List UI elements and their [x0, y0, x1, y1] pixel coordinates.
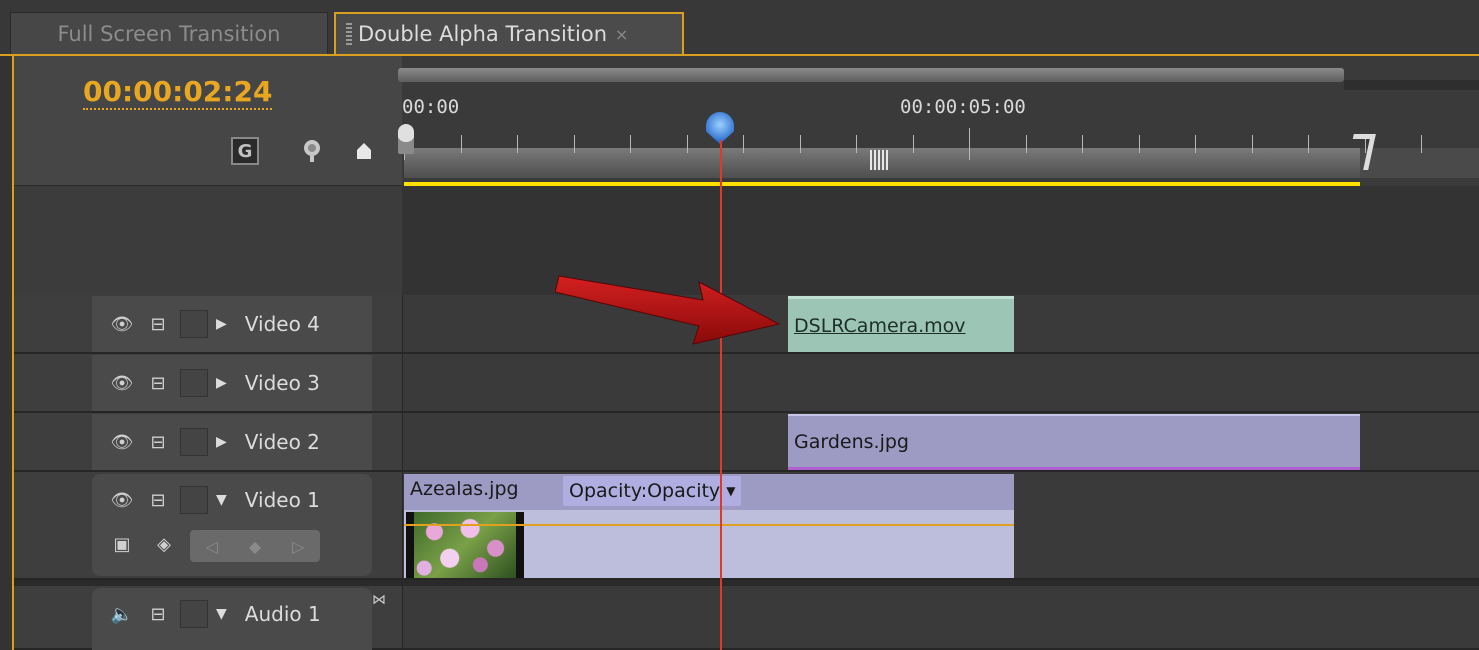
ruler-tick: [461, 135, 462, 153]
opacity-dropdown-label: Opacity:Opacity: [569, 480, 721, 502]
track-name: Video 2: [244, 430, 320, 454]
keyframe-navigator: ◁ ◆ ▷: [190, 530, 320, 562]
eye-icon[interactable]: 👁: [108, 310, 136, 338]
ruler-tick: [1308, 135, 1309, 153]
red-arrow-icon: [555, 275, 781, 345]
tab-label: Double Alpha Transition: [358, 22, 608, 46]
ruler-tick: [856, 135, 857, 153]
ruler-tick: [1139, 135, 1140, 153]
ruler-tick: [800, 135, 801, 153]
add-keyframe-icon[interactable]: ◆: [249, 537, 261, 556]
lock-track-toggle[interactable]: [180, 486, 208, 514]
ruler-tick: [743, 135, 744, 153]
sync-lock-icon[interactable]: ⊟: [144, 600, 172, 628]
expand-arrow-icon[interactable]: ▶: [216, 316, 227, 332]
ruler-tick: [913, 135, 914, 153]
prev-keyframe-icon[interactable]: ◁: [206, 537, 218, 556]
clip-label: Gardens.jpg: [794, 430, 909, 453]
zoom-scroll-bar-empty: [1360, 148, 1479, 178]
expand-arrow-icon[interactable]: ▶: [216, 375, 227, 391]
audio-resize-icon[interactable]: ⋈: [372, 592, 386, 608]
ruler-tick: [969, 128, 970, 160]
ruler-tick: [1026, 135, 1027, 153]
panel-grip-icon[interactable]: [346, 23, 352, 45]
lock-track-toggle[interactable]: [180, 310, 208, 338]
sync-lock-icon[interactable]: ⊟: [144, 310, 172, 338]
sync-lock-icon[interactable]: ⊟: [144, 428, 172, 456]
track-lane-audio-1[interactable]: [402, 580, 1479, 650]
clip-label: Azealas.jpg: [410, 478, 519, 500]
track-name: Video 4: [244, 312, 320, 336]
next-keyframe-icon[interactable]: ▷: [292, 537, 304, 556]
opacity-rubber-band[interactable]: [404, 524, 1014, 526]
track-name: Video 1: [244, 488, 320, 512]
eye-icon[interactable]: 👁: [108, 428, 136, 456]
ruler-tick: [630, 135, 631, 153]
set-marker-icon[interactable]: [298, 137, 326, 165]
eye-icon[interactable]: 👁: [108, 486, 136, 514]
show-keyframes-icon[interactable]: ◈: [150, 530, 178, 558]
tab-double-alpha-transition[interactable]: Double Alpha Transition ×: [334, 12, 684, 54]
tab-label: Full Screen Transition: [57, 21, 281, 46]
ruler-tick: [1195, 135, 1196, 153]
close-icon[interactable]: ×: [615, 25, 628, 44]
work-area-bar-extension: [1344, 80, 1479, 90]
ruler-tick: [1421, 135, 1422, 153]
track-controls-video-4: 👁 ⊟ ▶ Video 4: [92, 296, 372, 352]
clip-label: DSLRCamera.mov: [794, 314, 966, 337]
expand-arrow-icon[interactable]: ▶: [216, 434, 227, 450]
speaker-icon[interactable]: 🔈: [108, 600, 136, 628]
clip-gardens[interactable]: Gardens.jpg: [788, 414, 1360, 470]
tab-full-screen-transition[interactable]: Full Screen Transition: [10, 12, 328, 54]
ruler-label-start: 00:00: [402, 96, 460, 118]
eye-icon[interactable]: 👁: [108, 369, 136, 397]
lock-track-toggle[interactable]: [180, 600, 208, 628]
track-name: Audio 1: [244, 602, 321, 626]
clip-thumbnail: [414, 512, 516, 578]
lock-track-toggle[interactable]: [180, 369, 208, 397]
sync-lock-icon[interactable]: ⊟: [144, 369, 172, 397]
track-header-spacer: [14, 186, 402, 295]
ruler-tick: [1252, 135, 1253, 153]
keyframe-icon[interactable]: [350, 137, 378, 165]
chevron-down-icon: ▼: [726, 484, 736, 498]
track-controls-video-2: 👁 ⊟ ▶ Video 2: [92, 414, 372, 470]
ruler-tick: [574, 135, 575, 153]
track-controls-row-audio-1: 🔈 ⊟ ▼ Audio 1: [108, 600, 321, 628]
track-name: Video 3: [244, 371, 320, 395]
lock-track-toggle[interactable]: [180, 428, 208, 456]
playhead-line: [720, 140, 722, 650]
snap-icon[interactable]: G: [231, 137, 259, 165]
clip-dslr-camera[interactable]: DSLRCamera.mov: [788, 296, 1014, 352]
sync-lock-icon[interactable]: ⊟: [144, 486, 172, 514]
ruler-label-5s: 00:00:05:00: [900, 96, 1026, 118]
zoom-scroll-handle[interactable]: [870, 150, 888, 170]
collapse-arrow-icon[interactable]: ▼: [216, 492, 227, 508]
current-timecode[interactable]: 00:00:02:24: [83, 76, 273, 110]
zoom-in-handle[interactable]: [398, 124, 414, 154]
ruler-tick: [687, 135, 688, 153]
collapse-arrow-icon[interactable]: ▼: [216, 606, 227, 622]
work-area-bar[interactable]: [398, 68, 1344, 82]
display-style-controls: ▣ ◈: [108, 530, 178, 558]
ruler-tick: [1082, 135, 1083, 153]
track-controls-video-3: 👁 ⊟ ▶ Video 3: [92, 355, 372, 411]
set-display-style-icon[interactable]: ▣: [108, 530, 136, 558]
track-controls-row-video-1: 👁 ⊟ ▼ Video 1: [108, 486, 320, 514]
opacity-dropdown[interactable]: Opacity:Opacity ▼: [563, 476, 742, 506]
track-lane-video-3[interactable]: [402, 354, 1479, 413]
ruler-tick: [517, 135, 518, 153]
